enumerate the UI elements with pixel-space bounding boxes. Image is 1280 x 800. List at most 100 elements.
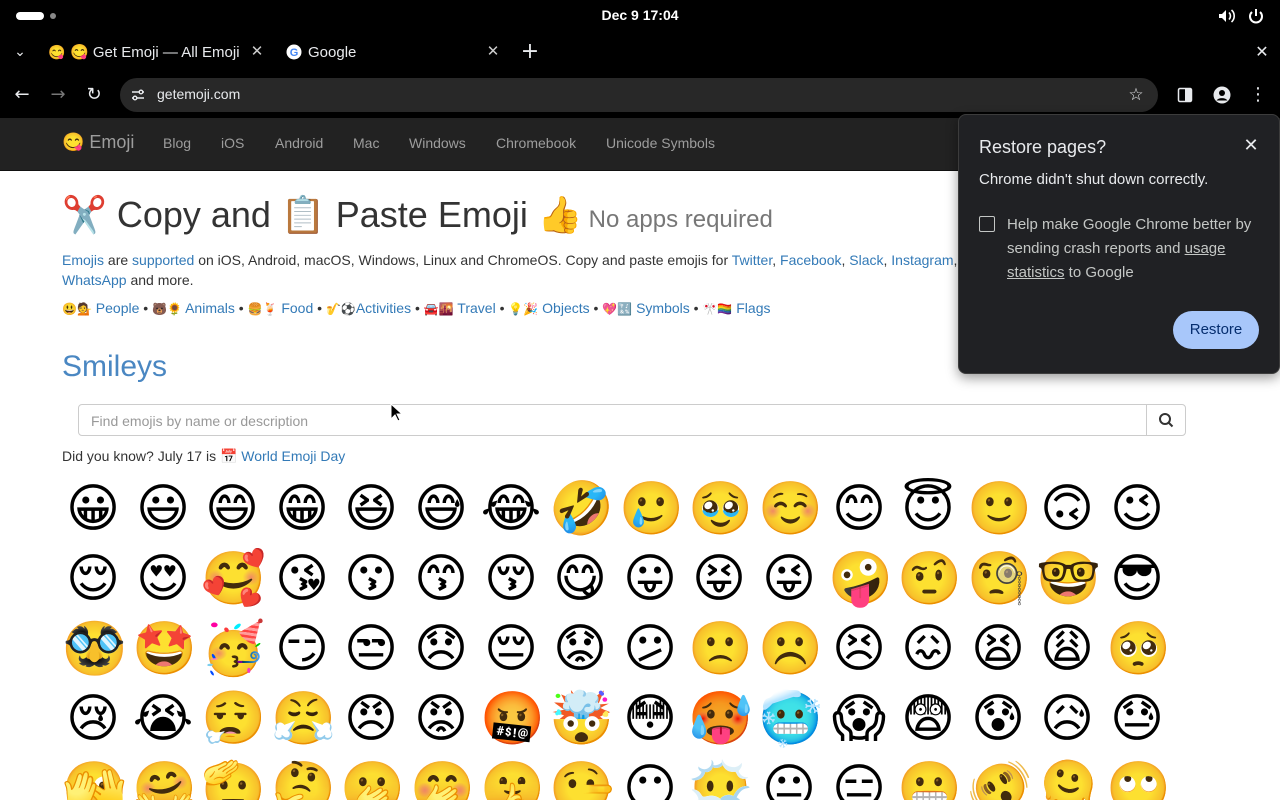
emoji-cell[interactable]: ☺️ <box>758 478 823 540</box>
link-facebook[interactable]: Facebook <box>780 252 841 268</box>
emoji-cell[interactable]: 😅 <box>410 478 472 540</box>
emoji-cell[interactable]: 🤔 <box>271 758 336 800</box>
emoji-cell[interactable]: 😙 <box>410 548 472 610</box>
search-button[interactable] <box>1146 404 1186 436</box>
emoji-cell[interactable]: 🫢 <box>340 758 405 800</box>
emoji-cell[interactable]: 😔 <box>480 618 542 680</box>
power-icon[interactable] <box>1246 6 1266 26</box>
nav-windows[interactable]: Windows <box>409 135 466 151</box>
emoji-cell[interactable]: 😎 <box>1106 548 1168 610</box>
volume-icon[interactable] <box>1216 6 1236 26</box>
emoji-cell[interactable]: 😖 <box>897 618 959 680</box>
crash-report-checkbox[interactable] <box>979 216 995 232</box>
site-info-tune-icon[interactable] <box>130 87 146 103</box>
emoji-cell[interactable]: 😟 <box>549 618 611 680</box>
emoji-cell[interactable]: 😜 <box>758 548 820 610</box>
emoji-cell[interactable]: 🤪 <box>828 548 893 610</box>
emoji-cell[interactable]: 😋 <box>549 548 611 610</box>
emoji-cell[interactable]: 😐 <box>758 758 820 800</box>
tab-search-chevron-icon[interactable]: ⌄ <box>8 40 32 64</box>
emoji-cell[interactable]: 🤭 <box>410 758 475 800</box>
link-supported[interactable]: supported <box>132 252 194 268</box>
emoji-cell[interactable]: 😚 <box>480 548 542 610</box>
emoji-cell[interactable]: 😨 <box>897 688 959 750</box>
side-panel-icon[interactable] <box>1177 87 1193 103</box>
emoji-cell[interactable]: 😇 <box>897 478 959 540</box>
emoji-cell[interactable]: 😝 <box>688 548 750 610</box>
emoji-cell[interactable]: 😳 <box>619 688 681 750</box>
emoji-cell[interactable]: 😶 <box>619 758 681 800</box>
emoji-cell[interactable]: 🤬 <box>480 688 545 750</box>
reload-icon[interactable]: ↻ <box>82 83 106 107</box>
forward-arrow-icon[interactable]: → <box>46 83 70 107</box>
emoji-cell[interactable]: 😍 <box>132 548 194 610</box>
emoji-cell[interactable]: 😂 <box>480 478 542 540</box>
nav-blog[interactable]: Blog <box>163 135 191 151</box>
link-emojis[interactable]: Emojis <box>62 252 104 268</box>
emoji-cell[interactable]: 🥸 <box>62 618 127 680</box>
link-slack[interactable]: Slack <box>849 252 883 268</box>
emoji-cell[interactable]: 😱 <box>828 688 890 750</box>
emoji-cell[interactable]: 😄 <box>201 478 263 540</box>
emoji-cell[interactable]: 😗 <box>340 548 402 610</box>
bookmark-star-icon[interactable]: ☆ <box>1124 83 1148 107</box>
restore-button[interactable]: Restore <box>1173 311 1259 349</box>
category-symbols[interactable]: Symbols <box>636 300 690 316</box>
emoji-cell[interactable]: 🥵 <box>688 688 753 750</box>
emoji-cell[interactable]: ☹️ <box>758 618 823 680</box>
emoji-cell[interactable]: 🤩 <box>132 618 197 680</box>
back-arrow-icon[interactable]: ← <box>10 83 34 107</box>
new-tab-plus-icon[interactable]: + <box>518 40 542 64</box>
nav-unicode-symbols[interactable]: Unicode Symbols <box>606 135 715 151</box>
emoji-cell[interactable]: 😌 <box>62 548 124 610</box>
emoji-cell[interactable]: 😡 <box>410 688 472 750</box>
emoji-cell[interactable]: 🥶 <box>758 688 823 750</box>
emoji-cell[interactable]: 😠 <box>340 688 402 750</box>
emoji-cell[interactable]: 😊 <box>828 478 890 540</box>
emoji-cell[interactable]: 😥 <box>1036 688 1098 750</box>
close-window-icon[interactable]: ✕ <box>1250 40 1274 64</box>
emoji-cell[interactable]: 🤯 <box>549 688 614 750</box>
emoji-cell[interactable]: 😩 <box>1036 618 1098 680</box>
emoji-cell[interactable]: 😆 <box>340 478 402 540</box>
emoji-cell[interactable]: 😣 <box>828 618 890 680</box>
emoji-cell[interactable]: 🥳 <box>201 618 266 680</box>
emoji-cell[interactable]: 😞 <box>410 618 472 680</box>
emoji-cell[interactable]: 🙁 <box>688 618 753 680</box>
emoji-cell[interactable]: 😉 <box>1106 478 1168 540</box>
category-travel[interactable]: Travel <box>457 300 495 316</box>
emoji-cell[interactable]: 🥹 <box>688 478 753 540</box>
emoji-cell[interactable]: 😒 <box>340 618 402 680</box>
link-instagram[interactable]: Instagram <box>891 252 953 268</box>
emoji-cell[interactable]: 🫡 <box>201 758 266 800</box>
emoji-cell[interactable]: 😬 <box>897 758 962 800</box>
emoji-cell[interactable]: 🤣 <box>549 478 614 540</box>
emoji-cell[interactable]: 🫠 <box>1036 758 1101 800</box>
category-food[interactable]: Food <box>281 300 313 316</box>
close-dialog-icon[interactable]: ✕ <box>1241 135 1261 155</box>
category-activities[interactable]: Activities <box>356 300 411 316</box>
emoji-cell[interactable]: 😭 <box>132 688 194 750</box>
emoji-cell[interactable]: 🤫 <box>480 758 545 800</box>
emoji-cell[interactable]: 😫 <box>967 618 1029 680</box>
emoji-cell[interactable]: 🧐 <box>967 548 1032 610</box>
emoji-cell[interactable]: 😏 <box>271 618 333 680</box>
emoji-cell[interactable]: 🙂 <box>967 478 1032 540</box>
emoji-cell[interactable]: 🥲 <box>619 478 684 540</box>
link-whatsapp[interactable]: WhatsApp <box>62 272 127 288</box>
site-brand[interactable]: 😋 Emoji <box>62 132 134 153</box>
emoji-cell[interactable]: 😃 <box>132 478 194 540</box>
emoji-cell[interactable]: 🙄 <box>1106 758 1171 800</box>
close-tab-icon[interactable]: ✕ <box>248 43 266 61</box>
emoji-cell[interactable]: 😘 <box>271 548 333 610</box>
emoji-cell[interactable]: 😀 <box>62 478 124 540</box>
tab-google[interactable]: G Google ✕ <box>286 32 502 72</box>
category-objects[interactable]: Objects <box>542 300 589 316</box>
emoji-cell[interactable]: 🤨 <box>897 548 962 610</box>
emoji-cell[interactable]: 🤓 <box>1036 548 1101 610</box>
emoji-cell[interactable]: 🥺 <box>1106 618 1171 680</box>
category-flags[interactable]: Flags <box>736 300 770 316</box>
clock[interactable]: Dec 9 17:04 <box>0 7 1280 23</box>
nav-ios[interactable]: iOS <box>221 135 244 151</box>
emoji-cell[interactable]: 🫣 <box>62 758 127 800</box>
